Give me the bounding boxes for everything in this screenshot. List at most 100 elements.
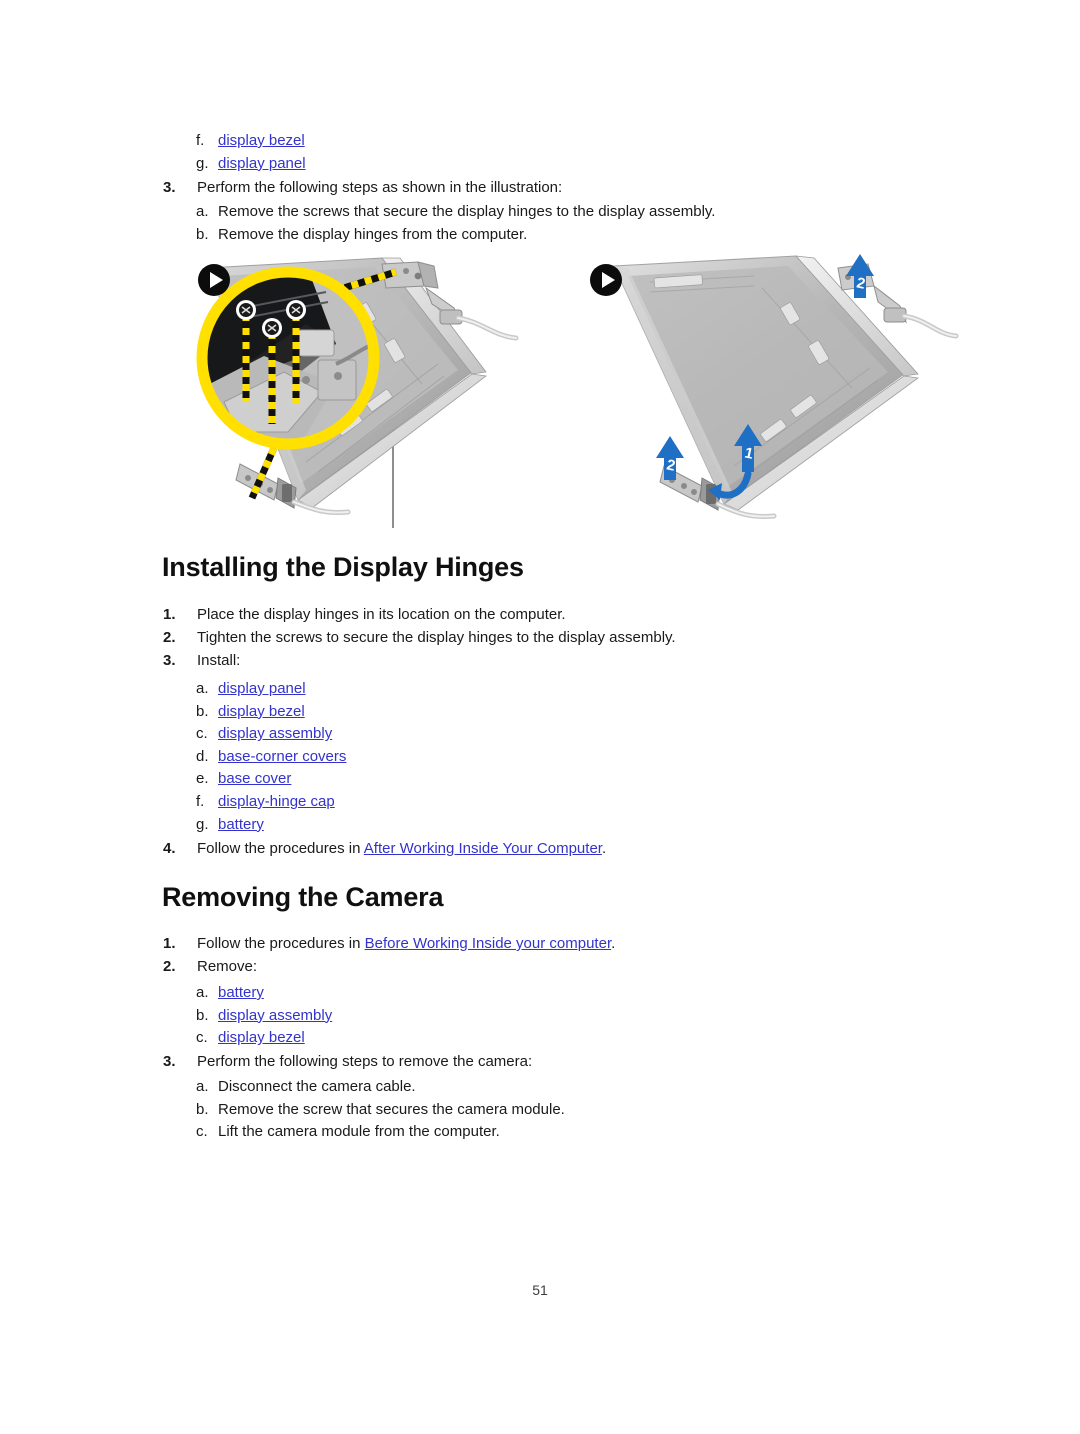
list-marker: f. [196, 132, 205, 149]
substep-text: Disconnect the camera cable. [218, 1078, 416, 1095]
list-marker: 1. [163, 935, 176, 952]
list-item: b. display bezel [196, 701, 346, 724]
link-display-assembly[interactable]: display assembly [218, 1005, 332, 1028]
link-display-bezel[interactable]: display bezel [218, 1027, 305, 1050]
list-marker: b. [196, 1100, 209, 1118]
list-item: 1. Place the display hinges in its locat… [163, 603, 676, 626]
link-after-working-inside-your-computer[interactable]: After Working Inside Your Computer [364, 840, 602, 857]
list-item: 3. Perform the following steps to remove… [163, 1050, 532, 1073]
list-item: a. battery [196, 982, 332, 1005]
removing-camera-step-3: 3. Perform the following steps to remove… [163, 1050, 532, 1073]
substep-text: Remove the screws that secure the displa… [218, 203, 716, 220]
list-marker: c. [196, 1029, 208, 1047]
step-text: Follow the procedures in After Working I… [197, 837, 606, 860]
list-item: a. Remove the screws that secure the dis… [196, 201, 715, 224]
install-items-list: a. display panel b. display bezel c. dis… [196, 678, 346, 836]
arrow-2-top: 2 [846, 254, 874, 298]
list-item: 3. Perform the following steps as shown … [163, 176, 562, 199]
list-item: e. base cover [196, 768, 346, 791]
installing-step-4: 4. Follow the procedures in After Workin… [163, 837, 606, 860]
list-marker: d. [196, 747, 209, 765]
play-icon [590, 264, 622, 296]
page-heading-removing-the-camera: Removing the Camera [162, 882, 444, 912]
list-marker: g. [196, 154, 209, 172]
list-item: b. Remove the display hinges from the co… [196, 224, 715, 247]
step-text: Place the display hinges in its location… [197, 606, 566, 623]
list-marker: 2. [163, 958, 176, 975]
substep-text: Remove the display hinges from the compu… [218, 225, 528, 243]
page-number: 51 [0, 1282, 1080, 1298]
list-marker: b. [196, 1006, 209, 1024]
list-item: c. display assembly [196, 723, 346, 746]
step-text: Tighten the screws to secure the display… [197, 629, 676, 646]
laptop-display-art-left [196, 257, 519, 515]
link-display-bezel[interactable]: display bezel [218, 130, 305, 153]
list-marker: a. [196, 1078, 209, 1095]
list-marker: 1. [163, 606, 176, 623]
list-item: 4. Follow the procedures in After Workin… [163, 837, 606, 860]
list-item: g. battery [196, 814, 346, 837]
list-item: c. Lift the camera module from the compu… [196, 1121, 565, 1144]
list-marker: 3. [163, 179, 176, 196]
list-item: 3. Install: [163, 649, 676, 672]
step-text: Perform the following steps as shown in … [197, 179, 563, 196]
list-marker: a. [196, 680, 209, 697]
list-marker: g. [196, 815, 209, 833]
list-marker: b. [196, 702, 209, 720]
page-number-value: 51 [532, 1282, 548, 1298]
link-battery[interactable]: battery [218, 814, 264, 837]
step-text: Follow the procedures in Before Working … [197, 932, 615, 955]
step-3-top: 3. Perform the following steps as shown … [163, 176, 562, 199]
link-before-working-inside-your-computer[interactable]: Before Working Inside your computer [365, 935, 612, 952]
continued-sublist: f. display bezel g. display panel [196, 130, 306, 175]
link-base-cover[interactable]: base cover [218, 768, 291, 791]
step-text: Install: [197, 652, 241, 669]
substep-text: Remove the screw that secures the camera… [218, 1100, 565, 1118]
removing-camera-substeps: a. Disconnect the camera cable. b. Remov… [196, 1076, 565, 1144]
play-icon [198, 264, 230, 296]
list-marker: b. [196, 225, 209, 243]
list-marker: f. [196, 792, 205, 810]
list-item: 1. Follow the procedures in Before Worki… [163, 932, 615, 955]
list-marker: c. [196, 725, 208, 743]
removing-camera-steps: 1. Follow the procedures in Before Worki… [163, 932, 615, 978]
step-3-top-substeps: a. Remove the screws that secure the dis… [196, 201, 715, 246]
laptop-display-art-right: 2 2 1 [613, 254, 959, 519]
list-marker: a. [196, 203, 209, 220]
arrow-2-bottom: 2 [656, 436, 684, 480]
list-marker: 3. [163, 1053, 176, 1070]
step-text: Perform the following steps to remove th… [197, 1053, 533, 1070]
link-base-corner-covers[interactable]: base-corner covers [218, 746, 346, 769]
link-display-bezel[interactable]: display bezel [218, 701, 305, 724]
link-battery[interactable]: battery [218, 982, 264, 1005]
list-marker: a. [196, 984, 209, 1001]
link-display-panel[interactable]: display panel [218, 153, 306, 176]
link-display-hinge-cap[interactable]: display-hinge cap [218, 791, 335, 814]
list-item: b. display assembly [196, 1005, 332, 1028]
list-item: 2. Tighten the screws to secure the disp… [163, 626, 676, 649]
list-item: a. Disconnect the camera cable. [196, 1076, 565, 1099]
list-item: a. display panel [196, 678, 346, 701]
list-item: b. Remove the screw that secures the cam… [196, 1099, 565, 1122]
list-item: f. display bezel [196, 130, 306, 153]
substep-text: Lift the camera module from the computer… [218, 1123, 500, 1141]
step-text-suffix: . [611, 935, 616, 952]
list-item: c. display bezel [196, 1027, 332, 1050]
document-page: f. display bezel g. display panel 3. Per… [0, 0, 1080, 1434]
installing-steps: 1. Place the display hinges in its locat… [163, 603, 676, 672]
step-text-suffix: . [601, 840, 607, 857]
list-marker: 3. [163, 652, 176, 669]
remove-items-list: a. battery b. display assembly c. displa… [196, 982, 332, 1050]
list-item: g. display panel [196, 153, 306, 176]
list-marker: e. [196, 770, 209, 788]
link-display-panel[interactable]: display panel [218, 678, 306, 701]
page-heading-installing-display-hinges: Installing the Display Hinges [162, 552, 524, 582]
step-text: Remove: [197, 958, 258, 975]
link-display-assembly[interactable]: display assembly [218, 723, 332, 746]
figure-left-panel [186, 252, 576, 530]
list-item: 2. Remove: [163, 955, 615, 978]
step-text-prefix: Follow the procedures in [197, 935, 365, 952]
figure-right-panel: 2 2 1 [584, 252, 960, 530]
list-marker: 4. [163, 840, 176, 857]
list-marker: 2. [163, 629, 176, 646]
